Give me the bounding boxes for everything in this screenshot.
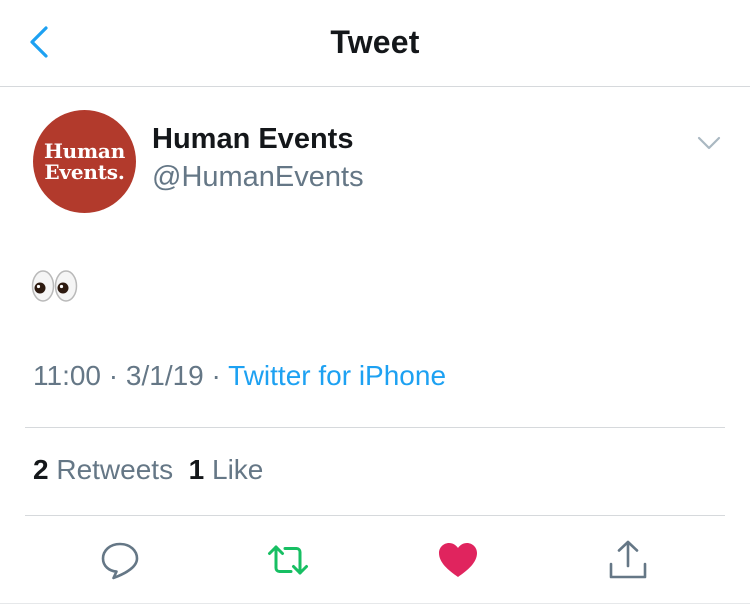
likes-count: 1	[188, 454, 205, 485]
avatar-text-line2: Events.	[44, 159, 125, 184]
tweet-source-link[interactable]: Twitter for iPhone	[228, 360, 446, 391]
author-handle[interactable]: @HumanEvents	[152, 161, 364, 194]
chevron-down-icon[interactable]	[694, 130, 724, 156]
meta-separator: ·	[203, 360, 229, 391]
divider	[25, 427, 725, 428]
retweet-icon[interactable]	[266, 538, 310, 582]
retweets-count-link[interactable]: 2 Retweets	[33, 454, 173, 485]
tweet-date: 3/1/19	[125, 360, 204, 391]
tweet-meta: 11:00 · 3/1/19 · Twitter for iPhone	[33, 360, 446, 392]
author-name[interactable]: Human Events	[152, 123, 353, 156]
avatar[interactable]: Human Events.	[33, 110, 136, 213]
navigation-bar: Tweet	[0, 0, 750, 87]
avatar-text-line1: Human	[43, 138, 126, 163]
likes-count-link[interactable]: 1 Like	[189, 454, 264, 485]
heart-icon[interactable]	[436, 538, 480, 582]
reply-icon[interactable]	[98, 538, 142, 582]
page-title: Tweet	[330, 24, 420, 60]
tweet-time: 11:00	[33, 360, 101, 391]
retweets-label: Retweets	[56, 454, 174, 485]
likes-label: Like	[212, 454, 264, 485]
eyes-emoji	[31, 270, 78, 302]
divider	[25, 515, 725, 516]
meta-separator: ·	[101, 360, 126, 391]
engagement-counts: 2 Retweets 1 Like	[33, 454, 263, 486]
retweets-count: 2	[33, 454, 49, 485]
share-icon[interactable]	[606, 538, 650, 582]
